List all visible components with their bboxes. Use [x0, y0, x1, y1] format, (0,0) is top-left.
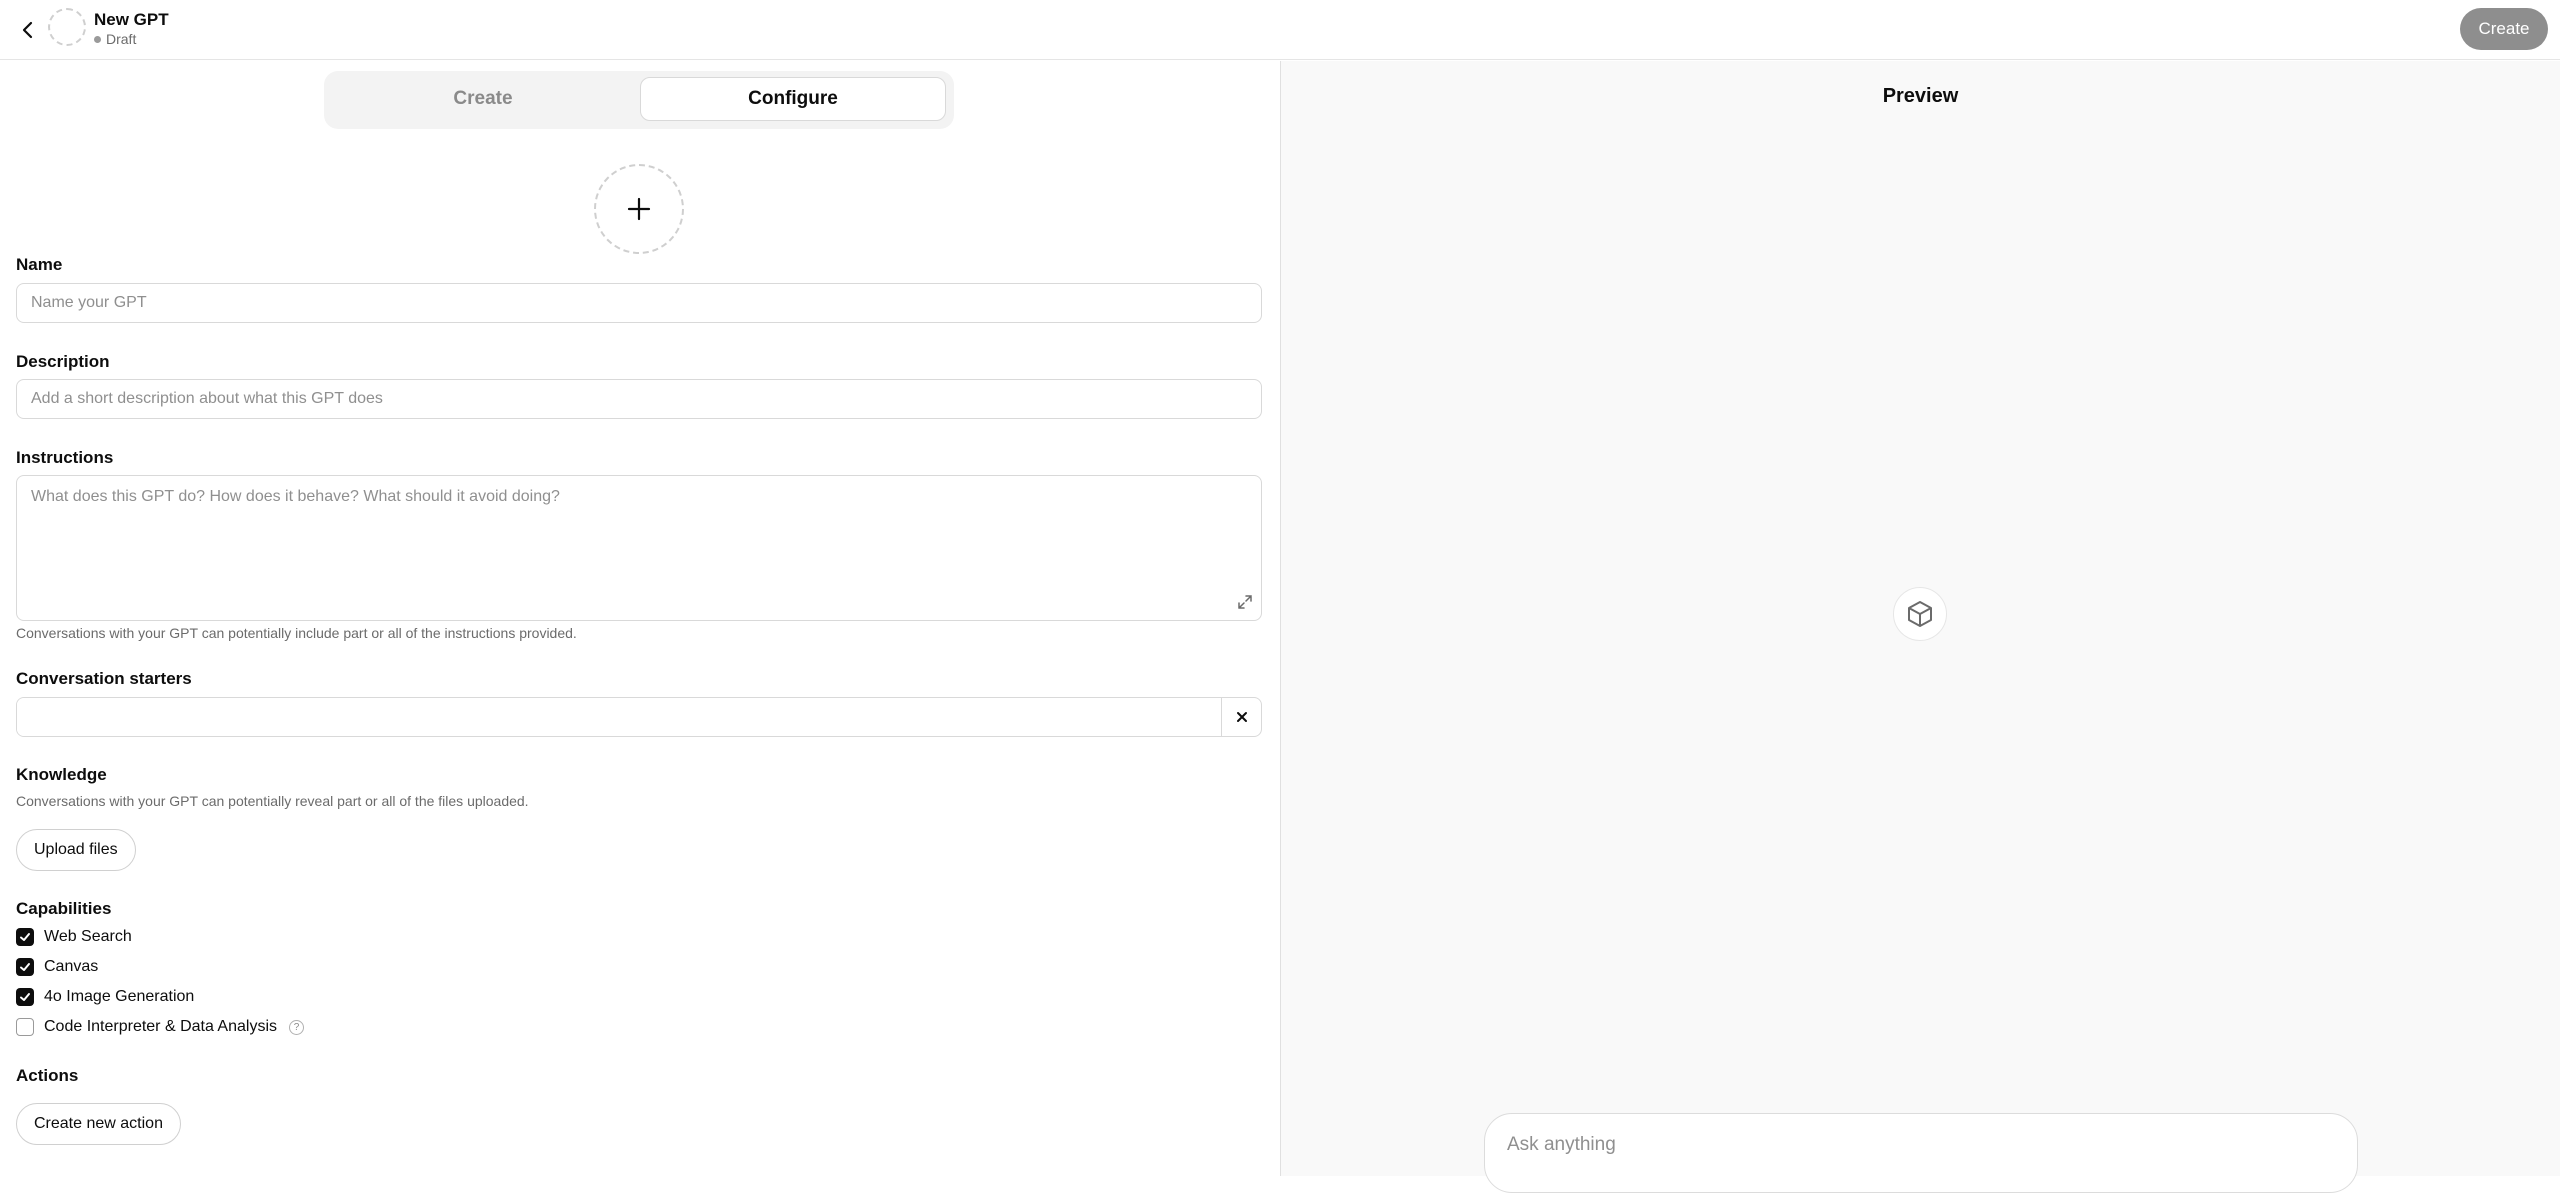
capability-label: Code Interpreter & Data Analysis	[44, 1018, 278, 1035]
knowledge-label: Knowledge	[16, 765, 107, 784]
create-button[interactable]: Create	[2460, 8, 2548, 50]
gpt-avatar	[48, 8, 86, 46]
expand-icon[interactable]	[1236, 593, 1254, 611]
instructions-hint: Conversations with your GPT can potentia…	[16, 625, 577, 641]
description-label: Description	[16, 352, 110, 371]
chat-composer	[1484, 1113, 2358, 1193]
capability-web-search[interactable]: Web Search	[16, 926, 132, 948]
check-icon	[20, 933, 30, 941]
back-button[interactable]	[12, 14, 44, 46]
status-dot-icon	[94, 35, 101, 43]
capability-canvas[interactable]: Canvas	[16, 956, 98, 978]
capability-code-interpreter[interactable]: Code Interpreter & Data Analysis ?	[16, 1016, 305, 1038]
capability-label: Web Search	[44, 928, 132, 945]
remove-starter-button[interactable]	[1221, 698, 1261, 736]
check-icon	[20, 963, 30, 971]
capabilities-label: Capabilities	[16, 899, 112, 918]
create-new-action-button[interactable]: Create new action	[16, 1103, 181, 1145]
actions-label: Actions	[16, 1066, 79, 1085]
help-icon[interactable]: ?	[289, 1019, 305, 1035]
page-title: New GPT	[94, 10, 169, 29]
cube-icon	[1908, 601, 1932, 627]
checkbox-unchecked[interactable]	[16, 1018, 34, 1036]
close-icon	[1236, 712, 1247, 722]
conversation-starter-input[interactable]	[17, 698, 1221, 736]
preview-pane: Preview	[1281, 61, 2560, 1193]
gpt-placeholder-logo	[1893, 587, 1947, 641]
name-label: Name	[16, 255, 63, 274]
tab-configure[interactable]: Configure	[640, 77, 946, 121]
checkbox-checked[interactable]	[16, 958, 34, 976]
ask-input[interactable]	[1507, 1130, 2327, 1160]
capability-label: Canvas	[44, 958, 99, 975]
checkbox-checked[interactable]	[16, 988, 34, 1006]
check-icon	[20, 993, 30, 1001]
description-input[interactable]	[16, 379, 1262, 419]
conversation-starters-label: Conversation starters	[16, 669, 192, 688]
capability-label: 4o Image Generation	[44, 988, 195, 1005]
chevron-left-icon	[22, 21, 33, 39]
avatar-upload-button[interactable]	[594, 164, 684, 254]
upload-files-button[interactable]: Upload files	[16, 829, 136, 871]
preview-title: Preview	[1882, 85, 1959, 107]
knowledge-hint: Conversations with your GPT can potentia…	[16, 793, 529, 809]
name-input[interactable]	[16, 283, 1262, 323]
mode-tabs: Create Configure	[324, 71, 954, 129]
tab-create[interactable]: Create	[330, 77, 636, 121]
instructions-label: Instructions	[16, 448, 114, 467]
instructions-textarea[interactable]	[16, 475, 1262, 621]
status-badge: Draft	[94, 31, 136, 47]
status-text: Draft	[106, 31, 137, 47]
plus-icon	[627, 197, 651, 221]
configure-pane: Create Configure Name Description Instru…	[0, 61, 1280, 1176]
checkbox-checked[interactable]	[16, 928, 34, 946]
conversation-starter-field	[16, 697, 1262, 737]
top-header: New GPT Draft Create	[0, 0, 2560, 60]
capability-image-generation[interactable]: 4o Image Generation	[16, 986, 194, 1008]
